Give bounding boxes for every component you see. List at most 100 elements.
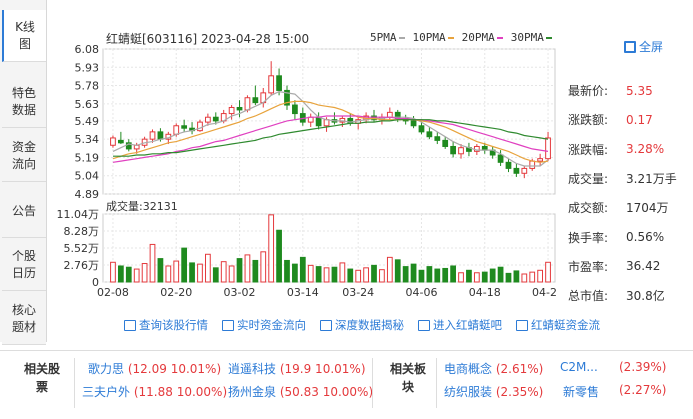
price-tick-label: 5.49 (75, 115, 100, 128)
volume-bar (110, 261, 116, 283)
candle-body (386, 111, 393, 118)
stock-name[interactable]: 逍遥科技 (228, 362, 276, 376)
stat-value: 36.42 (626, 259, 661, 274)
candle-body (110, 137, 116, 146)
forum-icon (418, 319, 430, 331)
money-icon (516, 319, 528, 331)
stat-value: 5.35 (626, 83, 653, 98)
candle-body (442, 139, 449, 147)
date-tick-label: 03-14 (287, 286, 319, 299)
kline-chart[interactable]: 6.08 5.93 5.78 5.63 5.49 5.34 5.19 5.04 4.89 11.0… (56, 28, 557, 318)
candle-body (181, 125, 188, 129)
stat-value: 0.17 (626, 112, 653, 127)
stat-key: 总市值: (568, 289, 609, 304)
link-label: 进入红蜻蜓吧 (433, 318, 502, 332)
price-tick-label: 6.08 (75, 43, 100, 56)
stock-name[interactable]: 歌力思 (88, 362, 124, 376)
related-stock[interactable]: 逍遥科技 (19.9 10.01%) (228, 360, 366, 377)
divider (372, 358, 373, 408)
link-fund-flow[interactable]: 红蜻蜓资金流 (516, 316, 600, 334)
related-stock[interactable]: 扬州金泉 (50.83 10.00%) (228, 383, 373, 400)
volume-bar (157, 258, 164, 283)
volume-tick-label: 11.04万 (57, 208, 100, 221)
candle-body (426, 131, 433, 138)
volume-bar (205, 253, 211, 283)
volume-bar (141, 263, 148, 283)
fullscreen-button[interactable]: 全屏 (624, 38, 663, 55)
tab-announcement[interactable]: 公告 (2, 186, 46, 238)
related-sector[interactable]: 纺织服装 (2.35%) (444, 383, 543, 400)
stat-market-cap: 总市值: 30.8亿 (568, 281, 688, 310)
stat-key: 成交量: (568, 172, 609, 187)
candle-body (410, 120, 417, 127)
related-sector[interactable]: C2M... (560, 360, 598, 374)
related-sector-quote: (2.39%) (619, 360, 666, 374)
price-tick-label: 5.63 (75, 98, 100, 111)
stat-latest-price: 最新价: 5.35 (568, 76, 688, 105)
sector-quote: (2.61%) (495, 362, 544, 376)
link-deep-data[interactable]: 深度数据揭秘 (320, 316, 404, 334)
stat-turnover: 成交额: 1704万 (568, 193, 688, 222)
volume-bar (125, 266, 132, 283)
volume-bar (410, 263, 417, 283)
quick-links: 查询该股行情 实时资金流向 深度数据揭秘 进入红蜻蜓吧 红蜻蜓资金流 (124, 316, 600, 334)
price-tick-label: 5.19 (75, 151, 100, 164)
volume-bar (473, 272, 480, 283)
sector-name[interactable]: C2M... (560, 360, 598, 374)
candle-body (450, 145, 456, 155)
volume-bar (149, 243, 156, 283)
stock-name[interactable]: 扬州金泉 (228, 385, 276, 399)
volume-bar (268, 214, 275, 283)
date-tick-label: 03-02 (224, 286, 256, 299)
stat-value: 3.28% (626, 142, 665, 157)
related-stocks-header: 相关股票 (23, 362, 60, 394)
stat-key: 换手率: (568, 230, 609, 245)
bar-chart-icon (222, 319, 234, 331)
volume-bar (481, 271, 488, 283)
volume-bar (363, 267, 369, 283)
volume-bar (458, 272, 464, 283)
candle-body (521, 167, 528, 174)
sector-name[interactable]: 电商概念 (444, 362, 492, 376)
volume-bar (228, 265, 235, 283)
candle-body (117, 139, 124, 144)
candle-body (268, 75, 275, 94)
tab-stock-calendar[interactable]: 个股日历 (2, 239, 46, 291)
tab-core-theme[interactable]: 核心题材 (2, 293, 46, 345)
related-stock[interactable]: 三夫户外 (11.88 10.00%) (82, 383, 227, 400)
volume-bar (173, 260, 180, 283)
stat-value: 1704万 (626, 201, 669, 216)
candle-body (292, 104, 298, 115)
stat-turnover-rate: 换手率: 0.56% (568, 222, 688, 251)
related-sector[interactable]: 新零售 (563, 383, 599, 400)
stat-key: 成交额: (568, 201, 609, 216)
volume-bar (323, 267, 330, 283)
tab-special-data[interactable]: 特色数据 (2, 76, 46, 128)
link-forum[interactable]: 进入红蜻蜓吧 (418, 316, 502, 334)
sector-name[interactable]: 新零售 (563, 385, 599, 399)
volume-bar (189, 262, 195, 283)
volume-bar (426, 266, 433, 283)
related-stock[interactable]: 歌力思 (12.09 10.01%) (88, 360, 221, 377)
ma20-line (112, 115, 549, 163)
volume-bar (434, 268, 441, 283)
volume-bar (347, 268, 354, 283)
fullscreen-icon (624, 40, 636, 53)
link-query-quote[interactable]: 查询该股行情 (124, 316, 208, 334)
candle-body (434, 136, 441, 141)
volume-bar (529, 271, 536, 283)
sector-name[interactable]: 纺织服装 (444, 385, 492, 399)
link-realtime-flow[interactable]: 实时资金流向 (222, 316, 306, 334)
candle-body (323, 119, 330, 127)
price-tick-label: 5.93 (75, 61, 100, 74)
candle-body (228, 106, 235, 115)
candle-body (173, 125, 180, 135)
related-sector[interactable]: 电商概念 (2.61%) (444, 360, 543, 377)
stock-quote: (11.88 10.00%) (133, 385, 228, 399)
tab-fund-flow[interactable]: 资金流向 (2, 130, 46, 182)
stock-name[interactable]: 三夫户外 (82, 385, 130, 399)
volume-bar (260, 251, 267, 283)
tab-kline[interactable]: K线图 (2, 10, 46, 62)
volume-bar (379, 269, 385, 283)
volume-bar (545, 261, 551, 283)
